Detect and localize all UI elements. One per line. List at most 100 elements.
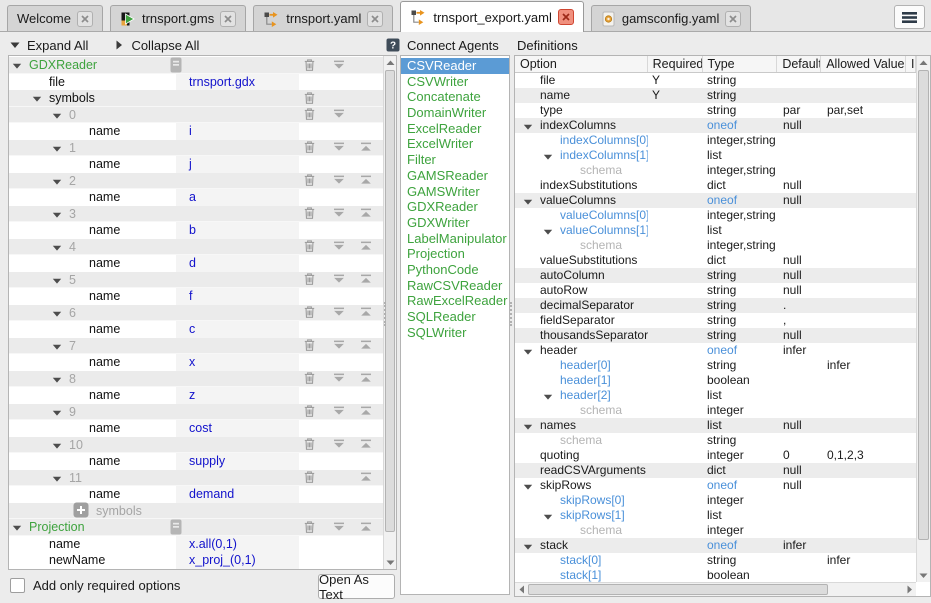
tree-value[interactable]: x.all(0,1) (176, 536, 299, 553)
tree-value[interactable]: b (176, 222, 299, 239)
tree-value[interactable]: j (176, 156, 299, 173)
option-name[interactable]: header[1] (560, 373, 611, 387)
movedown-icon[interactable] (331, 436, 347, 452)
tree-value[interactable]: a (176, 189, 299, 206)
expander-icon[interactable] (523, 482, 533, 492)
agent-item-Projection[interactable]: Projection (401, 246, 509, 262)
close-icon[interactable] (367, 11, 383, 27)
tree-value[interactable]: c (176, 321, 299, 338)
tree-value[interactable]: supply (176, 453, 299, 470)
scrollbar-thumb[interactable] (385, 70, 395, 532)
close-icon[interactable] (77, 11, 93, 27)
moveup-icon[interactable] (358, 139, 374, 155)
moveup-icon[interactable] (358, 469, 374, 485)
agent-item-GDXReader[interactable]: GDXReader (401, 199, 509, 215)
expander-icon[interactable] (523, 542, 533, 552)
trash-icon[interactable] (302, 305, 317, 320)
tree-value[interactable]: x_proj_(0,1) (176, 552, 299, 569)
expander-icon[interactable] (523, 122, 533, 132)
expander-icon[interactable] (543, 227, 553, 237)
option-name[interactable]: indexColumns[0] (560, 133, 648, 147)
agent-item-CSVReader[interactable]: CSVReader (401, 58, 509, 74)
trash-icon[interactable] (302, 107, 317, 122)
tree-value[interactable]: d (176, 255, 299, 272)
moveup-icon[interactable] (358, 403, 374, 419)
moveup-icon[interactable] (358, 238, 374, 254)
movedown-icon[interactable] (331, 106, 347, 122)
agent-item-CSVWriter[interactable]: CSVWriter (401, 74, 509, 90)
option-name[interactable]: valueColumns[0] (560, 208, 648, 222)
menu-button[interactable] (894, 5, 925, 29)
expander-icon[interactable] (523, 422, 533, 432)
expander-icon[interactable] (52, 276, 62, 286)
scroll-down-icon[interactable] (384, 556, 396, 569)
trash-icon[interactable] (302, 90, 317, 105)
option-type[interactable]: oneof (707, 478, 737, 492)
option-type[interactable]: oneof (707, 343, 737, 357)
column-header-I[interactable]: I (906, 56, 916, 72)
agent-item-GDXWriter[interactable]: GDXWriter (401, 215, 509, 231)
trash-icon[interactable] (302, 404, 317, 419)
expander-icon[interactable] (52, 243, 62, 253)
scroll-up-icon[interactable] (917, 56, 930, 69)
expander-icon[interactable] (52, 144, 62, 154)
column-header-Default[interactable]: Default (777, 56, 821, 72)
close-icon[interactable] (725, 11, 741, 27)
open-as-text-button[interactable]: Open As Text (318, 574, 395, 599)
column-header-Required[interactable]: Required (648, 56, 703, 72)
column-header-Option[interactable]: Option (515, 56, 648, 72)
expander-icon[interactable] (32, 94, 42, 104)
movedown-icon[interactable] (331, 304, 347, 320)
moveup-icon[interactable] (358, 205, 374, 221)
agent-item-SQLReader[interactable]: SQLReader (401, 309, 509, 325)
expander-icon[interactable] (523, 347, 533, 357)
movedown-icon[interactable] (331, 403, 347, 419)
movedown-icon[interactable] (331, 519, 347, 535)
option-name[interactable]: header[0] (560, 358, 611, 372)
moveup-icon[interactable] (358, 370, 374, 386)
close-icon[interactable] (220, 11, 236, 27)
moveup-icon[interactable] (358, 337, 374, 353)
tab-trnsport.gms[interactable]: trnsport.gms (110, 5, 246, 31)
trash-icon[interactable] (302, 338, 317, 353)
option-type[interactable]: oneof (707, 118, 737, 132)
close-red-icon[interactable] (558, 9, 574, 25)
expander-icon[interactable] (52, 309, 62, 319)
movedown-icon[interactable] (331, 139, 347, 155)
movedown-icon[interactable] (331, 205, 347, 221)
expander-icon[interactable] (52, 342, 62, 352)
scroll-right-icon[interactable] (903, 583, 916, 596)
option-name[interactable]: indexColumns[1] (560, 148, 648, 162)
movedown-icon[interactable] (331, 57, 347, 73)
movedown-icon[interactable] (331, 271, 347, 287)
column-header-Allowed Values[interactable]: Allowed Values (821, 56, 906, 72)
tree-value[interactable]: f (176, 288, 299, 305)
trash-icon[interactable] (302, 272, 317, 287)
option-name[interactable]: stack[0] (560, 553, 601, 567)
tree-value[interactable]: x (176, 354, 299, 371)
moveup-icon[interactable] (358, 304, 374, 320)
option-name[interactable]: header[2] (560, 388, 611, 402)
agent-item-PythonCode[interactable]: PythonCode (401, 262, 509, 278)
page-icon[interactable] (168, 519, 184, 535)
trash-icon[interactable] (302, 173, 317, 188)
expander-icon[interactable] (543, 152, 553, 162)
agent-item-Concatenate[interactable]: Concatenate (401, 89, 509, 105)
tree-value[interactable]: cost (176, 420, 299, 437)
agent-item-ExcelReader[interactable]: ExcelReader (401, 121, 509, 137)
option-name[interactable]: skipRows[0] (560, 493, 625, 507)
trash-icon[interactable] (302, 470, 317, 485)
agent-item-GAMSWriter[interactable]: GAMSWriter (401, 184, 509, 200)
expander-icon[interactable] (52, 375, 62, 385)
trash-icon[interactable] (302, 437, 317, 452)
trash-icon[interactable] (302, 371, 317, 386)
option-name[interactable]: stack[1] (560, 568, 601, 582)
scrollbar-thumb[interactable] (918, 70, 929, 540)
tree-value[interactable]: i (176, 123, 299, 140)
agent-item-Filter[interactable]: Filter (401, 152, 509, 168)
expander-icon[interactable] (52, 474, 62, 484)
agent-item-LabelManipulator[interactable]: LabelManipulator (401, 231, 509, 247)
column-header-Type[interactable]: Type (703, 56, 778, 72)
expander-icon[interactable] (52, 408, 62, 418)
expander-icon[interactable] (523, 197, 533, 207)
